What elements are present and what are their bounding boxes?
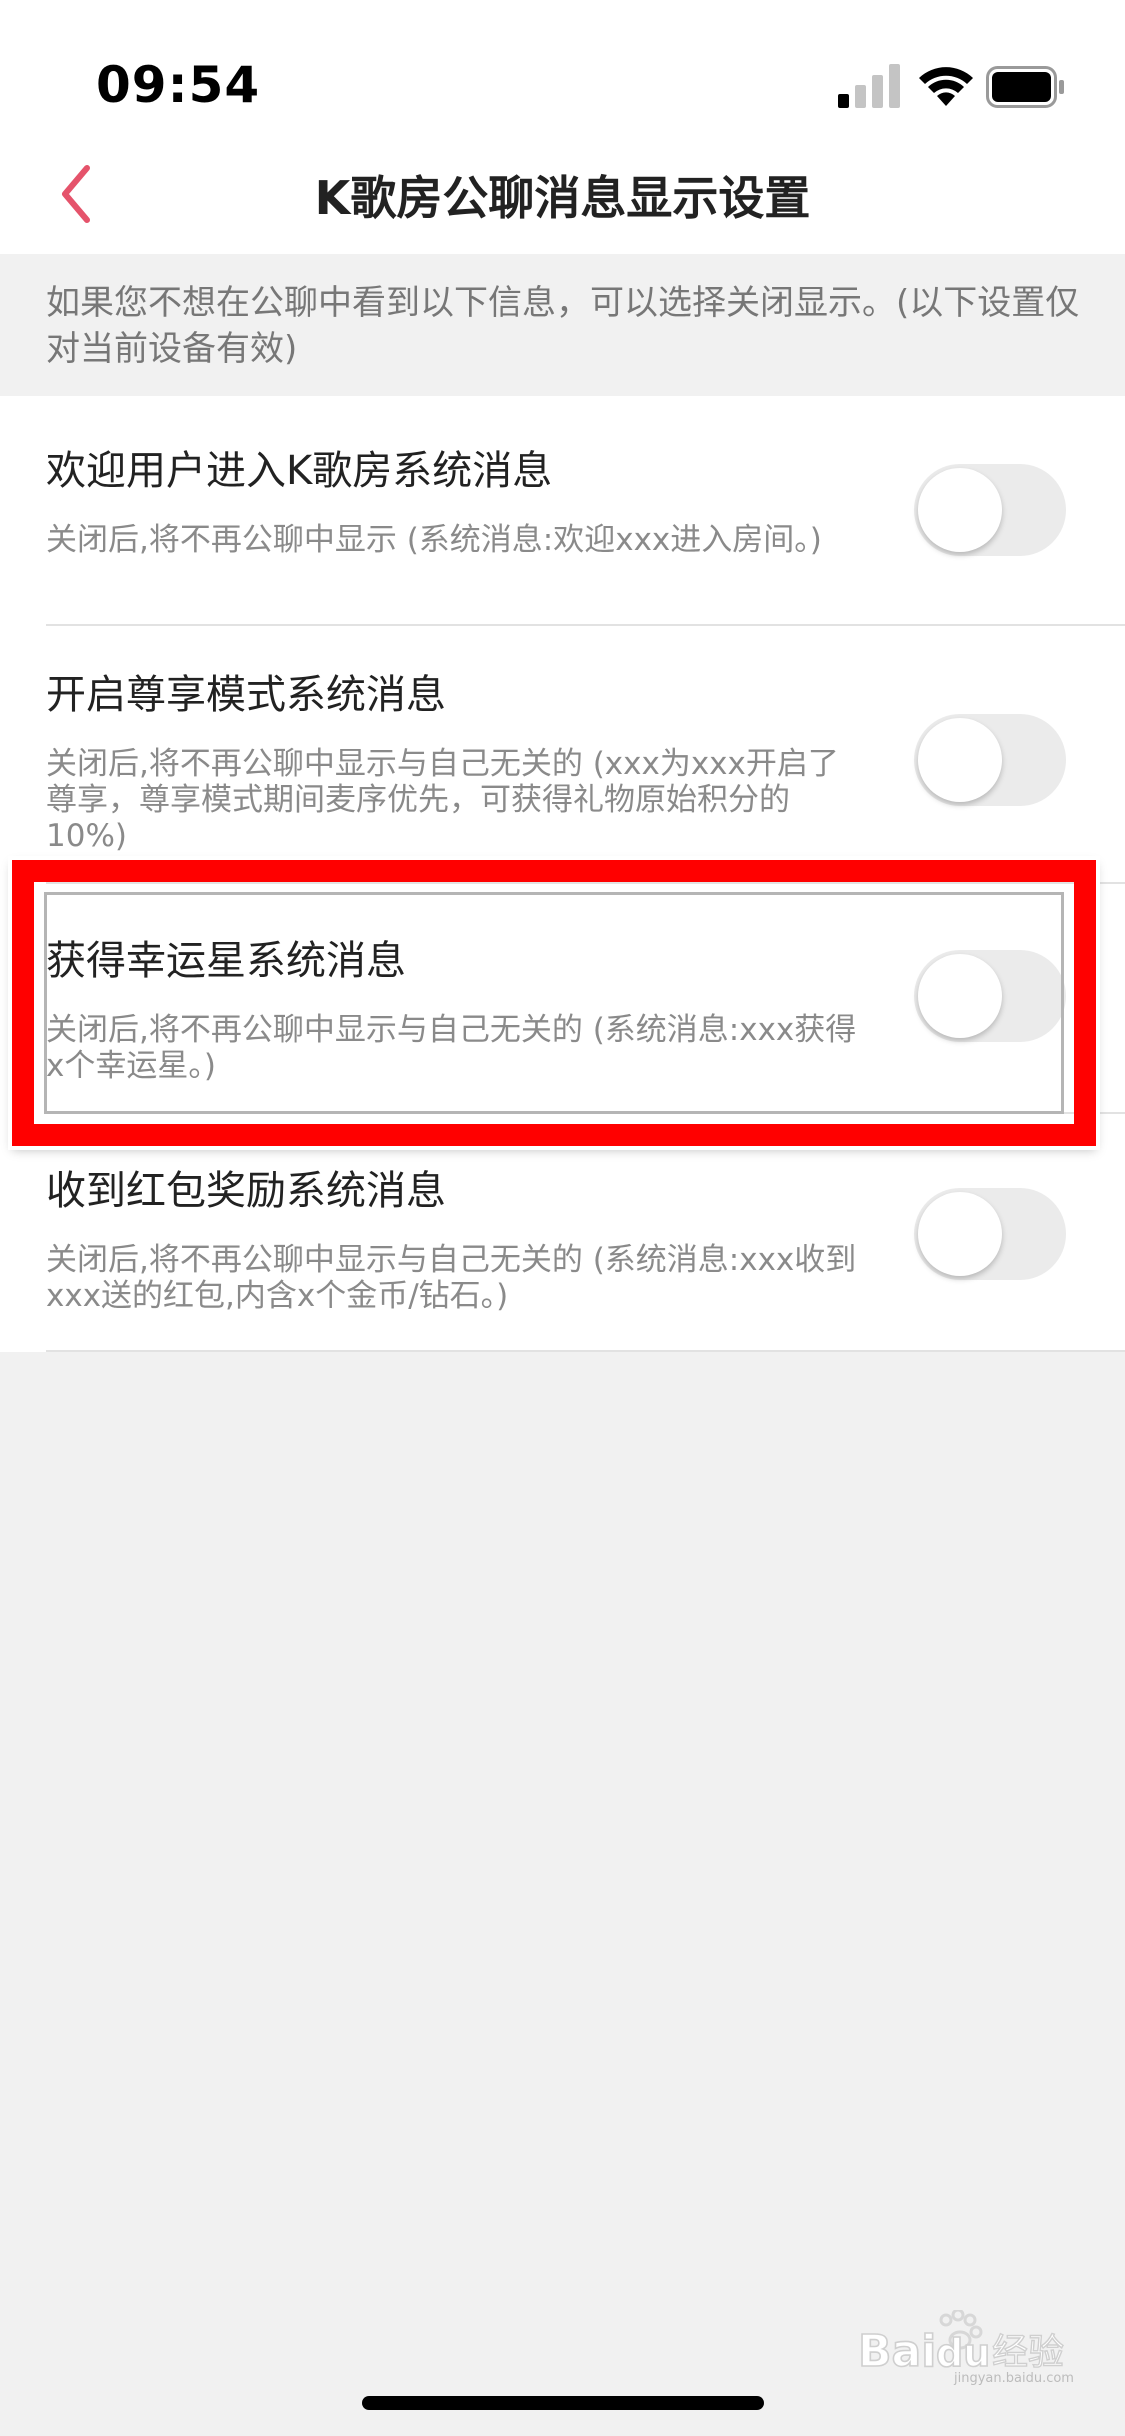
red-packet-toggle[interactable]: [914, 1188, 1066, 1280]
divider: [46, 1350, 1125, 1352]
highlight-annotation: [12, 860, 1096, 1146]
page-title: K歌房公聊消息显示设置: [314, 171, 811, 225]
wifi-icon: [919, 67, 973, 106]
toggle-knob: [918, 1192, 1002, 1276]
cellular-signal-icon: [838, 64, 900, 108]
home-indicator[interactable]: [362, 2396, 764, 2410]
setting-description: 关闭后,将不再公聊中显示 (系统消息:欢迎xxx进入房间。): [46, 522, 822, 558]
highlight-inner-border: [44, 892, 1064, 1114]
setting-title: 欢迎用户进入K歌房系统消息: [46, 448, 553, 494]
baidu-jingyan-watermark-icon: Bai du 经验 jingyan.baidu.com: [858, 2310, 1074, 2386]
status-bar: 09:54: [0, 0, 1125, 140]
notice-text: 如果您不想在公聊中看到以下信息，可以选择关闭显示。(以下设置仅对当前设备有效): [46, 283, 1080, 369]
toggle-knob: [918, 468, 1002, 552]
svg-text:jingyan.baidu.com: jingyan.baidu.com: [953, 2371, 1074, 2386]
setting-title: 收到红包奖励系统消息: [46, 1168, 446, 1214]
settings-notice: 如果您不想在公聊中看到以下信息，可以选择关闭显示。(以下设置仅对当前设备有效): [0, 254, 1125, 396]
setting-item-welcome: 欢迎用户进入K歌房系统消息 关闭后,将不再公聊中显示 (系统消息:欢迎xxx进入…: [0, 396, 1125, 626]
setting-item-red-packet: 收到红包奖励系统消息 关闭后,将不再公聊中显示与自己无关的 (系统消息:xxx收…: [0, 1114, 1125, 1352]
battery-icon: [986, 66, 1064, 108]
toggle-knob: [918, 718, 1002, 802]
svg-text:du: du: [936, 2331, 990, 2375]
status-time: 09:54: [96, 56, 261, 114]
setting-description: 关闭后,将不再公聊中显示与自己无关的 (系统消息:xxx收到xxx送的红包,内含…: [46, 1242, 857, 1314]
vip-mode-toggle[interactable]: [914, 714, 1066, 806]
setting-item-vip-mode: 开启尊享模式系统消息 关闭后,将不再公聊中显示与自己无关的 (xxx为xxx开启…: [0, 626, 1125, 884]
nav-bar: K歌房公聊消息显示设置: [0, 140, 1125, 254]
setting-description: 关闭后,将不再公聊中显示与自己无关的 (xxx为xxx开启了尊享，尊享模式期间麦…: [46, 746, 839, 854]
svg-text:Bai: Bai: [858, 2326, 936, 2377]
setting-title: 开启尊享模式系统消息: [46, 672, 446, 718]
welcome-toggle[interactable]: [914, 464, 1066, 556]
svg-text:经验: 经验: [992, 2332, 1064, 2373]
